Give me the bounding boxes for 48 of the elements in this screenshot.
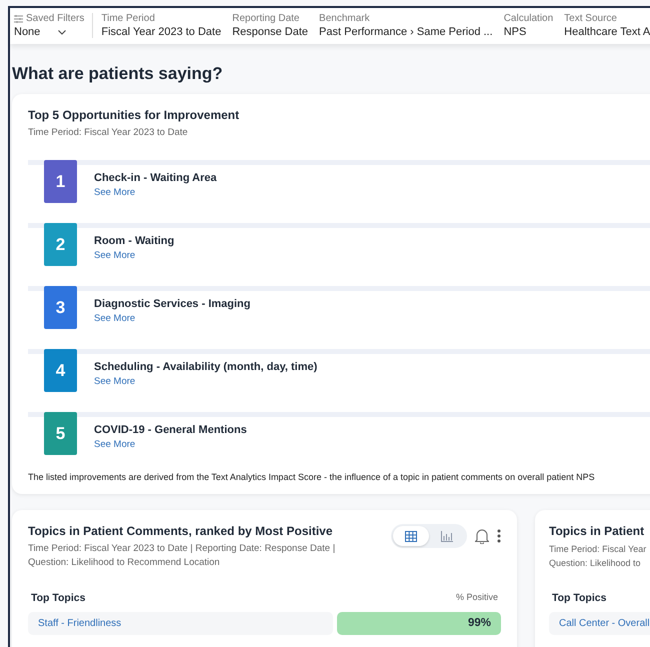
chevron-down-icon[interactable] [58,30,66,34]
see-more-link[interactable]: See More [94,376,318,387]
see-more-link[interactable]: See More [94,439,247,450]
column-header: Top Topics [552,592,606,604]
card-subtitle: Time Period: Fiscal Year 2023 to Date [28,127,189,138]
topic-name: Check-in - Waiting Area [94,172,217,184]
filter-value[interactable]: Fiscal Year 2023 to Date [101,26,222,38]
bar-chart-icon [441,530,453,542]
filter-value[interactable]: Past Performance › Same Period ... [319,26,493,38]
card-title: Top 5 Opportunities for Improvement [28,108,240,122]
rank-badge: 3 [44,286,77,329]
filter-icon [14,14,23,22]
filter-label: Calculation [504,13,554,24]
footnote: The listed improvements are derived from the Text Analytics Impact Score - the influence of a topic in patient comments on overall patient NPS [28,472,596,482]
page-heading: What are patients saying? [12,64,224,84]
bell-icon[interactable] [475,528,489,544]
filter-label: Text Source [564,13,617,24]
filter-label: Benchmark [319,13,370,24]
more-options-icon[interactable] [497,529,501,543]
filter-label: Saved Filters [26,13,84,24]
filter-label: Reporting Date [232,13,300,24]
see-more-link[interactable]: See More [94,187,217,198]
topic-name: COVID-19 - General Mentions [94,424,247,436]
filter-value[interactable]: NPS [504,26,554,38]
filter-value[interactable]: Healthcare Text A [564,26,650,38]
filter-value[interactable]: None [14,26,40,38]
card-subtitle: Time Period: Fiscal Year 2023 to Date | Reporting Date: Response Date | Question: Likelihood to Recommend Location [28,542,336,570]
topic-name: Diagnostic Services - Imaging [94,298,250,310]
column-header: % Positive [456,592,498,604]
card-title: Topics in Patient Comments, ranked by Most Positive [28,524,334,538]
view-button[interactable] [393,526,429,546]
rank-badge: 2 [44,223,77,266]
topic-link[interactable]: Call Center - Overall [549,612,650,635]
table-icon [405,530,417,542]
topic-name: Scheduling - Availability (month, day, time) [94,361,318,373]
rank-badge: 5 [44,412,77,455]
positive-value: 99% [337,612,501,635]
filter-value[interactable]: Response Date [232,26,308,38]
card-title: Topics in Patient [549,524,646,538]
topic-name: Room - Waiting [94,235,174,247]
filter-label: Time Period [101,13,155,24]
column-header: Top Topics [31,592,86,604]
topic-link[interactable]: Staff - Friendliness [28,612,333,635]
card-subtitle: Time Period: Fiscal Year Question: Likelihood to [549,543,646,570]
see-more-link[interactable]: See More [94,313,250,324]
rank-badge: 4 [44,349,77,392]
see-more-link[interactable]: See More [94,250,174,261]
rank-badge: 1 [44,160,77,203]
